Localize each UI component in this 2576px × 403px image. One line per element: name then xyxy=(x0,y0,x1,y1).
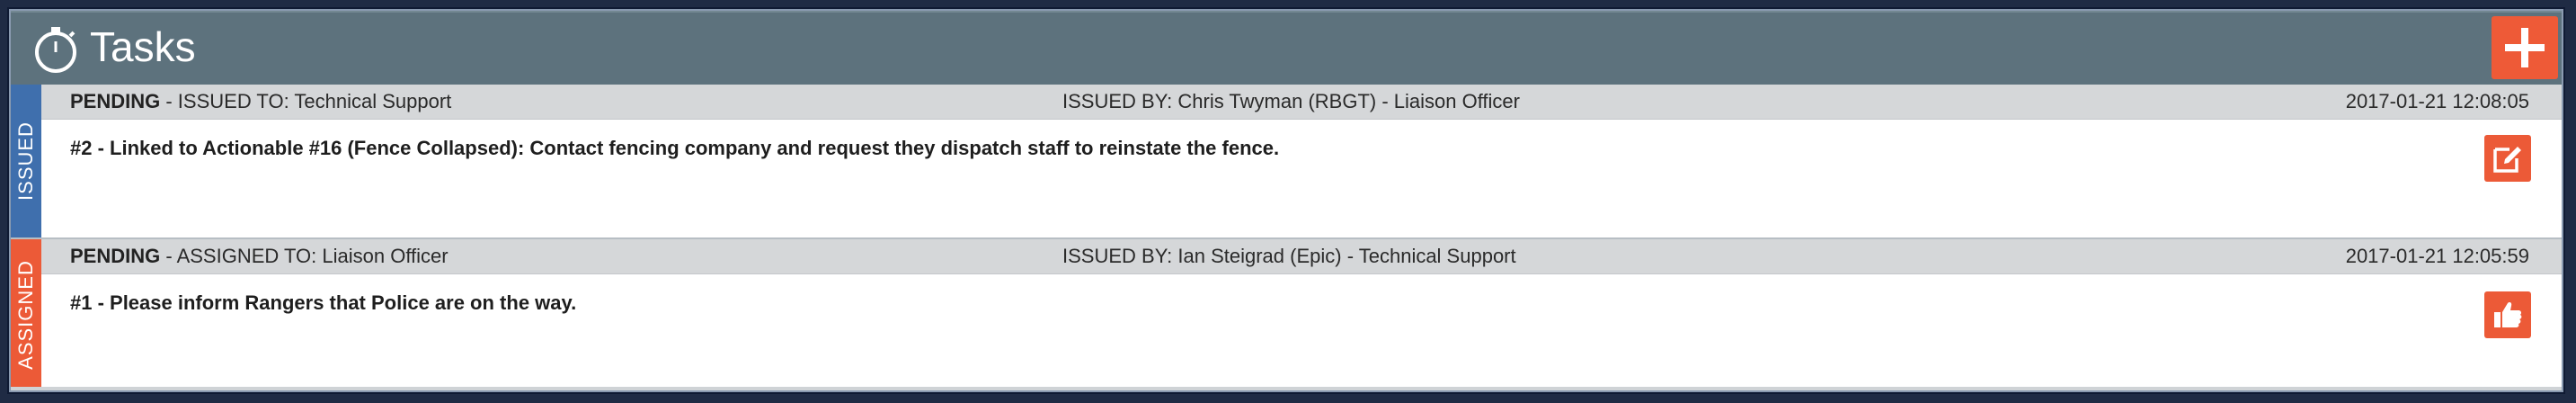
panel-bottom-edge xyxy=(11,387,2562,390)
stopwatch-icon xyxy=(35,27,76,73)
task-target: - ASSIGNED TO: Liaison Officer xyxy=(160,245,449,267)
tasks-window: Tasks ISSUED PENDING - ISSUED TO: Techni… xyxy=(7,7,2565,394)
acknowledge-task-button[interactable] xyxy=(2484,291,2531,338)
thumbs-up-icon xyxy=(2494,302,2522,327)
status-badge: PENDING xyxy=(70,90,161,112)
task-timestamp: 2017-01-21 12:08:05 xyxy=(2345,90,2529,112)
task-timestamp: 2017-01-21 12:05:59 xyxy=(2345,245,2529,267)
side-tab-label: ASSIGNED xyxy=(14,260,37,370)
task-description: #2 - Linked to Actionable #16 (Fence Col… xyxy=(70,137,1280,159)
tasks-panel: Tasks ISSUED PENDING - ISSUED TO: Techni… xyxy=(11,11,2562,390)
task-status-line: PENDING - ISSUED TO: Technical Support xyxy=(70,85,451,119)
status-badge: PENDING xyxy=(70,245,161,267)
assigned-side-tab[interactable]: ASSIGNED xyxy=(11,239,41,390)
task-status-line: PENDING - ASSIGNED TO: Liaison Officer xyxy=(70,239,449,273)
page-title: Tasks xyxy=(90,23,196,70)
add-task-button[interactable] xyxy=(2492,16,2558,79)
task-description: #1 - Please inform Rangers that Police a… xyxy=(70,291,577,314)
issued-side-tab[interactable]: ISSUED xyxy=(11,85,41,237)
plus-icon xyxy=(2505,28,2545,67)
edit-task-button[interactable] xyxy=(2484,135,2531,182)
task-header: PENDING - ISSUED TO: Technical Support I… xyxy=(41,85,2562,120)
titlebar: Tasks xyxy=(11,11,2562,85)
task-header: PENDING - ASSIGNED TO: Liaison Officer I… xyxy=(41,239,2562,274)
edit-icon xyxy=(2493,147,2521,173)
task-item-assigned: ASSIGNED PENDING - ASSIGNED TO: Liaison … xyxy=(11,239,2562,390)
task-issued-by: ISSUED BY: Ian Steigrad (Epic) - Technic… xyxy=(1062,245,1516,267)
task-item-issued: ISSUED PENDING - ISSUED TO: Technical Su… xyxy=(11,85,2562,237)
task-issued-by: ISSUED BY: Chris Twyman (RBGT) - Liaison… xyxy=(1062,90,1520,112)
task-target: - ISSUED TO: Technical Support xyxy=(160,90,452,112)
side-tab-label: ISSUED xyxy=(14,121,37,201)
